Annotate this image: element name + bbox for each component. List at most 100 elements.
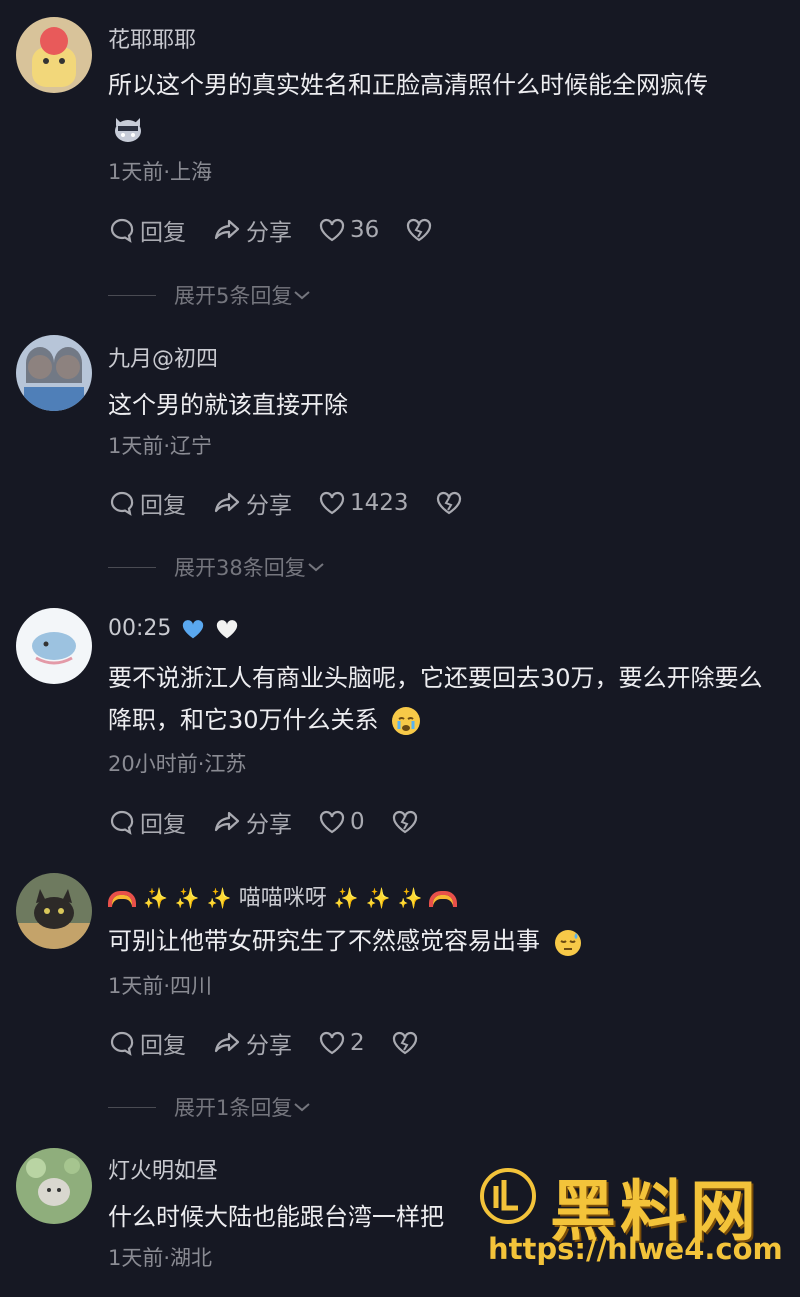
like-button[interactable]: 1423 (318, 490, 409, 516)
divider-line (108, 294, 156, 296)
like-button[interactable]: 0 (318, 809, 365, 835)
comment-icon (110, 810, 134, 835)
watermark: 黑料网 https://hlwe4.com (470, 1158, 790, 1270)
share-icon (214, 811, 240, 832)
divider-line (108, 1106, 156, 1108)
comment-text: 所以这个男的真实姓名和正脸高清照什么时候能全网疯传 (108, 64, 780, 106)
comment-text-content: 所以这个男的真实姓名和正脸高清照什么时候能全网疯传 (108, 71, 708, 99)
username: 00:25 (108, 616, 239, 641)
comment-text-content: 要不说浙江人有商业头脑呢，它还要回去30万，要么开除要么降职，和它30万什么关系 (108, 664, 763, 734)
expand-label: 展开38条回复 (174, 556, 306, 580)
chevron-down-icon (308, 563, 324, 572)
broken-heart-icon (407, 218, 432, 242)
comment-meta: 1天前·辽宁 (108, 434, 213, 458)
avatar[interactable] (16, 17, 92, 93)
comment-meta: 1天前·湖北 (108, 1246, 213, 1270)
sparkles-icon: ✨ (206, 886, 232, 910)
share-button[interactable]: 分享 (212, 213, 292, 247)
reply-button[interactable]: 回复 (108, 805, 186, 839)
comment-text: 要不说浙江人有商业头脑呢，它还要回去30万，要么开除要么降职，和它30万什么关系 (108, 657, 780, 741)
comment-meta: 1天前·上海 (108, 160, 213, 184)
comment-meta: 1天前·四川 (108, 974, 213, 998)
sweat-emoji-icon (554, 928, 582, 956)
comment-icon (110, 1031, 134, 1056)
broken-heart-icon (436, 491, 461, 515)
blue-heart-icon (183, 620, 204, 639)
rainbow-icon (108, 891, 136, 907)
comment-text-content: 这个男的就该直接开除 (108, 391, 348, 419)
chevron-down-icon (294, 1103, 311, 1112)
avatar[interactable] (16, 335, 92, 411)
divider-line (108, 566, 156, 568)
reply-button[interactable]: 回复 (108, 1026, 186, 1060)
reply-label: 回复 (140, 220, 186, 246)
watermark-url: https://hlwe4.com (488, 1232, 783, 1266)
username-text[interactable]: 00:25 (108, 616, 171, 641)
white-heart-icon (217, 620, 238, 639)
dislike-button[interactable] (435, 490, 467, 516)
sparkles-icon: ✨ (365, 886, 391, 910)
expand-label: 展开5条回复 (174, 284, 293, 308)
rainbow-icon (429, 891, 458, 907)
sparkles-icon: ✨ (174, 886, 200, 910)
heart-icon (319, 218, 345, 242)
action-bar: 回复 分享 2 (108, 1025, 449, 1061)
share-label: 分享 (246, 220, 292, 246)
broken-heart-icon (392, 810, 417, 834)
heart-icon (319, 491, 345, 515)
share-icon (214, 492, 240, 513)
cat-emoji-icon (112, 112, 144, 148)
share-button[interactable]: 分享 (212, 1026, 292, 1060)
share-icon (214, 219, 240, 240)
sparkles-icon: ✨ (333, 886, 359, 910)
share-button[interactable]: 分享 (212, 805, 292, 839)
dislike-button[interactable] (405, 217, 437, 243)
username[interactable]: 花耶耶耶 (108, 22, 196, 54)
sparkles-icon: ✨ (143, 886, 168, 910)
crying-emoji-icon (392, 707, 421, 735)
share-label: 分享 (246, 812, 292, 838)
comment-text: 这个男的就该直接开除 (108, 384, 780, 426)
comment-icon (110, 491, 134, 516)
share-label: 分享 (246, 1033, 292, 1059)
dislike-button[interactable] (391, 1030, 423, 1056)
comment-icon (110, 218, 134, 243)
reply-label: 回复 (140, 493, 186, 519)
action-bar: 回复 分享 36 (108, 212, 463, 248)
like-button[interactable]: 2 (318, 1030, 365, 1056)
sparkles-icon: ✨ (397, 886, 423, 910)
like-count: 2 (350, 1030, 365, 1056)
reply-button[interactable]: 回复 (108, 213, 186, 247)
like-count: 0 (350, 809, 365, 835)
avatar[interactable] (16, 1148, 92, 1224)
action-bar: 回复 分享 1423 (108, 485, 493, 521)
comment-text-content: 什么时候大陆也能跟台湾一样把 (108, 1203, 444, 1231)
broken-heart-icon (392, 1031, 417, 1055)
like-count: 36 (350, 217, 380, 243)
avatar[interactable] (16, 873, 92, 949)
username: ✨ ✨ ✨ 喵喵咪呀 ✨ ✨ ✨ (108, 880, 458, 912)
avatar[interactable] (16, 608, 92, 684)
expand-label: 展开1条回复 (174, 1096, 293, 1120)
like-button[interactable]: 36 (318, 217, 379, 243)
reply-button[interactable]: 回复 (108, 486, 186, 520)
chevron-down-icon (294, 291, 311, 300)
username[interactable]: 九月@初四 (108, 341, 218, 373)
reply-label: 回复 (140, 812, 186, 838)
share-icon (214, 1032, 240, 1053)
heart-icon (319, 810, 345, 834)
heart-icon (319, 1031, 345, 1055)
expand-replies[interactable]: 展开1条回复 (108, 1092, 312, 1122)
watermark-logo-icon (480, 1168, 536, 1224)
comment-text: 可别让他带女研究生了不然感觉容易出事 (108, 920, 780, 962)
action-bar: 回复 分享 0 (108, 804, 449, 840)
comment-meta: 20小时前·江苏 (108, 752, 247, 776)
expand-replies[interactable]: 展开38条回复 (108, 552, 326, 582)
share-label: 分享 (246, 493, 292, 519)
username-text[interactable]: 喵喵咪呀 (239, 886, 327, 911)
share-button[interactable]: 分享 (212, 486, 292, 520)
username[interactable]: 灯火明如昼 (108, 1153, 218, 1185)
expand-replies[interactable]: 展开5条回复 (108, 280, 312, 310)
dislike-button[interactable] (391, 809, 423, 835)
reply-label: 回复 (140, 1033, 186, 1059)
